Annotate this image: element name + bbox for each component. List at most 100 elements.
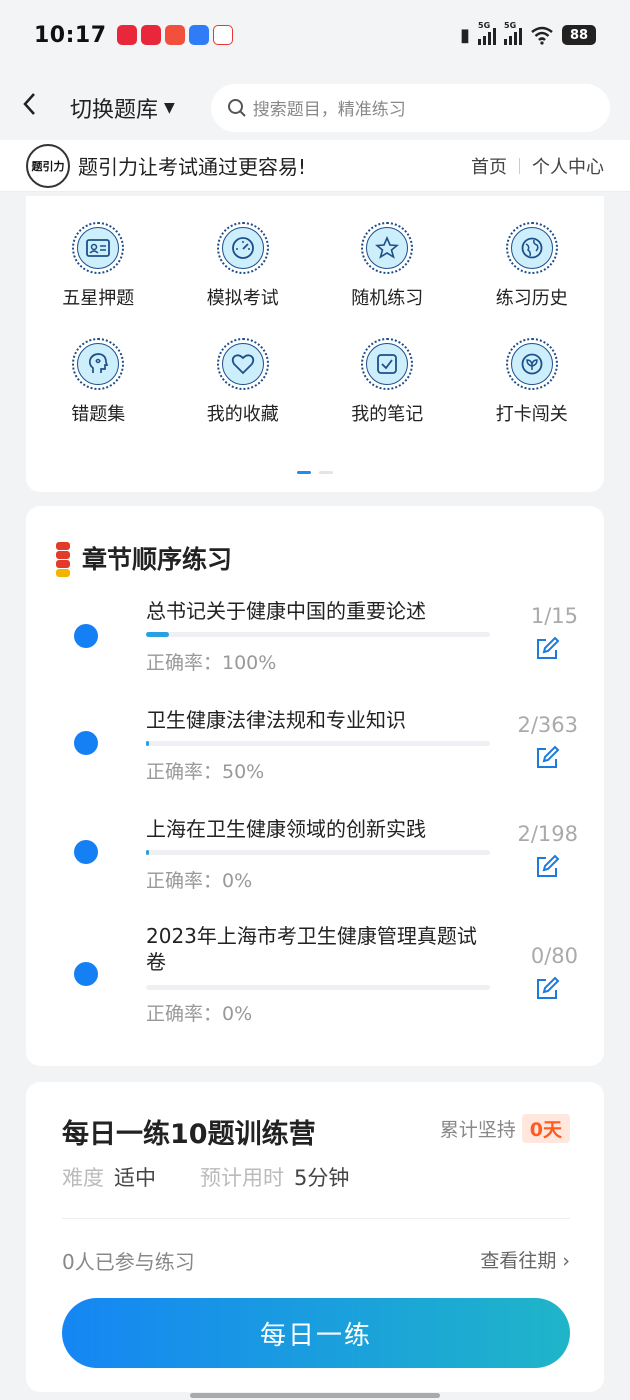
chapter-count: 0/80: [530, 944, 578, 968]
app-notification-icon: [212, 25, 233, 45]
difficulty-label: 难度: [62, 1166, 104, 1190]
tool-label: 随机练习: [351, 288, 424, 309]
search-icon: [227, 98, 246, 117]
participants-count: 0人已参与练习: [62, 1250, 195, 1274]
switch-bank-label: 切换题库: [70, 97, 159, 123]
edit-icon[interactable]: [534, 745, 560, 771]
page-dot-active: [297, 471, 311, 474]
chapter-count: 1/15: [530, 604, 578, 628]
leaf-icon: [505, 338, 558, 390]
view-history-link[interactable]: 查看往期 ›: [480, 1246, 570, 1273]
chapter-name: 卫生健康法律法规和专业知识: [146, 708, 406, 732]
page-dot: [319, 471, 333, 474]
note-check-icon: [361, 338, 414, 390]
network-type: 5G: [478, 21, 491, 30]
chapter-progress-bar: [146, 850, 490, 855]
difficulty-value: 适中: [114, 1166, 156, 1190]
globe-icon: [505, 222, 558, 274]
chapter-progress-bar: [146, 985, 490, 990]
star-icon: [361, 222, 414, 274]
tool-random-practice[interactable]: 随机练习: [315, 222, 460, 310]
streak-label: 累计坚持: [439, 1119, 516, 1141]
progress-fill: [146, 741, 150, 746]
section-title: 章节顺序练习: [82, 545, 233, 574]
home-indicator[interactable]: [190, 1393, 440, 1398]
chapter-accuracy: 正确率：0%: [146, 1003, 253, 1025]
back-button[interactable]: [20, 90, 60, 126]
slogan-bar: 题引力 题引力让考试通过更容易! 首页 个人中心: [0, 140, 630, 192]
network-type: 5G: [504, 21, 517, 30]
switch-bank-dropdown[interactable]: 切换题库 ▼: [70, 92, 175, 124]
streak-badge: 0天: [521, 1114, 570, 1143]
tool-checkin-challenge[interactable]: 打卡闯关: [460, 338, 605, 426]
tool-practice-history[interactable]: 练习历史: [460, 222, 605, 310]
progress-fill: [146, 850, 150, 855]
nav-home-link[interactable]: 首页: [471, 153, 507, 179]
progress-fill: [146, 632, 169, 637]
tool-mock-exam[interactable]: 模拟考试: [171, 222, 316, 310]
edit-icon[interactable]: [534, 636, 560, 662]
chapter-accuracy: 正确率：100%: [146, 652, 277, 674]
chapter-progress-bar: [146, 632, 490, 637]
app-notification-icon: [164, 25, 185, 45]
nav-user-center-link[interactable]: 个人中心: [532, 153, 604, 179]
status-time: 10:17: [34, 22, 107, 48]
brand-logo: 题引力: [26, 143, 70, 188]
tool-label: 模拟考试: [206, 288, 279, 309]
tool-wrong-questions[interactable]: 错题集: [26, 338, 171, 426]
training-title: 每日一练10题训练营: [62, 1119, 316, 1150]
tool-my-notes[interactable]: 我的笔记: [315, 338, 460, 426]
tool-label: 我的笔记: [351, 404, 424, 425]
chapter-name: 2023年上海市考卫生健康管理真题试卷: [146, 924, 477, 974]
brain-icon: [72, 338, 125, 390]
tool-favorites[interactable]: 我的收藏: [171, 338, 316, 426]
divider: [62, 1218, 570, 1219]
tool-label: 我的收藏: [206, 404, 279, 425]
daily-training-card: 每日一练10题训练营 累计坚持 0天 难度 适中 预计用时 5分钟 0人已参与练…: [26, 1082, 604, 1392]
slogan-text: 题引力让考试通过更容易!: [78, 155, 307, 179]
time-value: 5分钟: [294, 1166, 350, 1190]
signal-icon: 5G: [504, 21, 522, 45]
app-notification-icon: [188, 25, 209, 45]
chapter-dot: [74, 624, 98, 648]
search-placeholder: 搜索题目，精准练习: [252, 100, 406, 120]
chapter-practice-card: 章节顺序练习 总书记关于健康中国的重要论述 正确率：100% 1/15 卫生健康…: [26, 506, 604, 1066]
top-header: 切换题库 ▼ 搜索题目，精准练习: [0, 70, 630, 145]
tool-label: 错题集: [71, 404, 126, 425]
chapter-accuracy: 正确率：50%: [146, 761, 265, 783]
chapter-name: 总书记关于健康中国的重要论述: [146, 599, 426, 623]
training-meta: 难度 适中 预计用时 5分钟: [62, 1162, 383, 1192]
wifi-icon: [531, 26, 553, 45]
chapter-accuracy: 正确率：0%: [146, 870, 253, 892]
chapter-name: 上海在卫生健康领域的创新实践: [146, 817, 426, 841]
status-bar: 10:17 ▮ 5G 5G 88: [0, 0, 630, 70]
chapter-dot: [74, 840, 98, 864]
tool-label: 打卡闯关: [495, 404, 568, 425]
firecracker-icon: [52, 536, 74, 580]
page-indicator: [297, 471, 333, 474]
gauge-icon: [216, 222, 269, 274]
edit-icon[interactable]: [534, 854, 560, 880]
chapter-dot: [74, 731, 98, 755]
daily-practice-button[interactable]: 每日一练: [62, 1298, 570, 1368]
app-notification-icon: [140, 25, 161, 45]
chevron-left-icon: [23, 92, 35, 115]
streak-info: 累计坚持 0天: [440, 1114, 570, 1143]
chapter-count: 2/198: [517, 822, 578, 846]
edit-icon[interactable]: [534, 976, 560, 1002]
vibrate-icon: ▮: [460, 24, 470, 46]
time-label: 预计用时: [200, 1166, 284, 1190]
tool-label: 练习历史: [495, 288, 568, 309]
signal-icon: 5G: [478, 21, 496, 45]
chapter-progress-bar: [146, 741, 490, 746]
search-input[interactable]: 搜索题目，精准练习: [210, 83, 610, 132]
app-notification-icon: [116, 25, 137, 45]
status-app-icons: [116, 25, 233, 45]
tool-label: 五星押题: [62, 288, 135, 309]
heart-icon: [216, 338, 269, 390]
caret-down-icon: ▼: [164, 99, 175, 116]
id-card-icon: [72, 222, 125, 274]
chapter-count: 2/363: [517, 713, 578, 737]
tool-five-star[interactable]: 五星押题: [26, 222, 171, 310]
tools-card: 五星押题 模拟考试 随机练习 练习历史 错题集 我的收藏 我的笔记 打卡闯关: [26, 196, 604, 492]
